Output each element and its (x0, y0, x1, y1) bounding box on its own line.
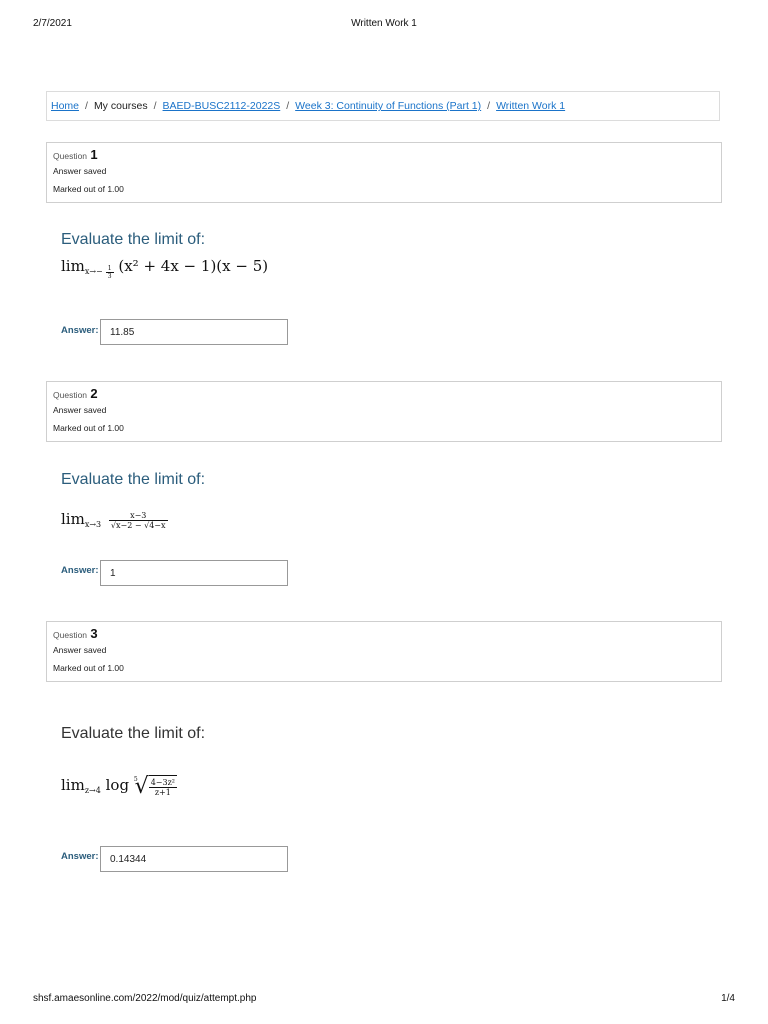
question-label: Question (53, 630, 88, 640)
lim-operator: lim (61, 510, 85, 528)
question-formula-2: limx→3 x−3 √x−2 − √4−x (61, 510, 168, 530)
question-number-value: 2 (90, 386, 98, 401)
radical-icon: √ (134, 774, 149, 799)
print-url: shsf.amaesonline.com/2022/mod/quiz/attem… (33, 993, 257, 1004)
limit-subscript: z→4 (84, 786, 101, 795)
limit-target-fraction: 13 (105, 264, 114, 280)
lim-operator: lim (61, 257, 85, 275)
radicand-fraction: 4−3z² z+1 (148, 777, 178, 797)
fraction-denominator: z+1 (148, 786, 178, 797)
lim-operator: lim (61, 776, 85, 794)
question-grade: Marked out of 1.00 (53, 423, 124, 433)
question-number-value: 3 (90, 626, 98, 641)
question-info-1: Question 1 Answer saved Marked out of 1.… (46, 142, 722, 203)
breadcrumb-quiz-link[interactable]: Written Work 1 (496, 100, 565, 112)
question-prompt-3: Evaluate the limit of: (61, 725, 206, 742)
question-formula-3: limz→4 log 5√ 4−3z² z+1 (61, 774, 178, 799)
limit-fraction: x−3 √x−2 − √4−x (108, 510, 168, 530)
breadcrumb-separator: / (487, 100, 491, 112)
limit-sign: − (96, 267, 103, 276)
answer-label: Answer: (61, 851, 99, 862)
breadcrumb-separator: / (286, 100, 290, 112)
fraction-numerator: 1 (107, 264, 112, 272)
question-info-2: Question 2 Answer saved Marked out of 1.… (46, 381, 722, 442)
question-grade: Marked out of 1.00 (53, 184, 124, 194)
answer-label: Answer: (61, 565, 99, 576)
question-label: Question (53, 390, 88, 400)
question-state: Answer saved (53, 166, 107, 176)
question-number: Question 1 (53, 147, 721, 162)
question-number: Question 2 (53, 386, 721, 401)
breadcrumb-separator: / (85, 100, 88, 112)
question-info-3: Question 3 Answer saved Marked out of 1.… (46, 621, 722, 682)
question-label: Question (53, 151, 88, 161)
fraction-numerator: x−3 (130, 510, 147, 520)
log-operator: log (105, 776, 130, 794)
question-grade: Marked out of 1.00 (53, 663, 124, 673)
print-title: Written Work 1 (351, 18, 417, 29)
question-prompt-2: Evaluate the limit of: (61, 471, 206, 488)
breadcrumb-separator: / (153, 100, 157, 112)
answer-input-1[interactable] (100, 319, 288, 345)
question-number-value: 1 (90, 147, 98, 162)
radicand: 4−3z² z+1 (148, 775, 178, 797)
print-page-number: 1/4 (721, 993, 735, 1004)
breadcrumb: Home / My courses / BAED-BUSC2112-2022S … (46, 91, 720, 121)
question-state: Answer saved (53, 645, 107, 655)
limit-subscript: x→3 (84, 520, 102, 529)
breadcrumb-my-courses: My courses (93, 100, 148, 112)
question-formula-1: limx→− 1 3 (x² + 4x − 1)(x − 5) (61, 257, 268, 280)
breadcrumb-home-link[interactable]: Home (51, 100, 79, 112)
answer-input-2[interactable] (100, 560, 288, 586)
question-state: Answer saved (53, 405, 107, 415)
breadcrumb-course-link[interactable]: BAED-BUSC2112-2022S (163, 100, 281, 112)
fraction-denominator: √x−2 − √4−x (108, 519, 168, 530)
limit-expression: (x² + 4x − 1)(x − 5) (118, 257, 269, 275)
breadcrumb-week-link[interactable]: Week 3: Continuity of Functions (Part 1) (295, 100, 481, 112)
limit-subscript: x→− 1 3 (85, 265, 114, 280)
fraction-numerator: 4−3z² (150, 777, 176, 787)
fraction-denominator: 3 (105, 271, 114, 280)
answer-label: Answer: (61, 325, 99, 336)
question-prompt-1: Evaluate the limit of: (61, 231, 206, 248)
question-number: Question 3 (53, 626, 721, 641)
answer-input-3[interactable] (100, 846, 288, 872)
